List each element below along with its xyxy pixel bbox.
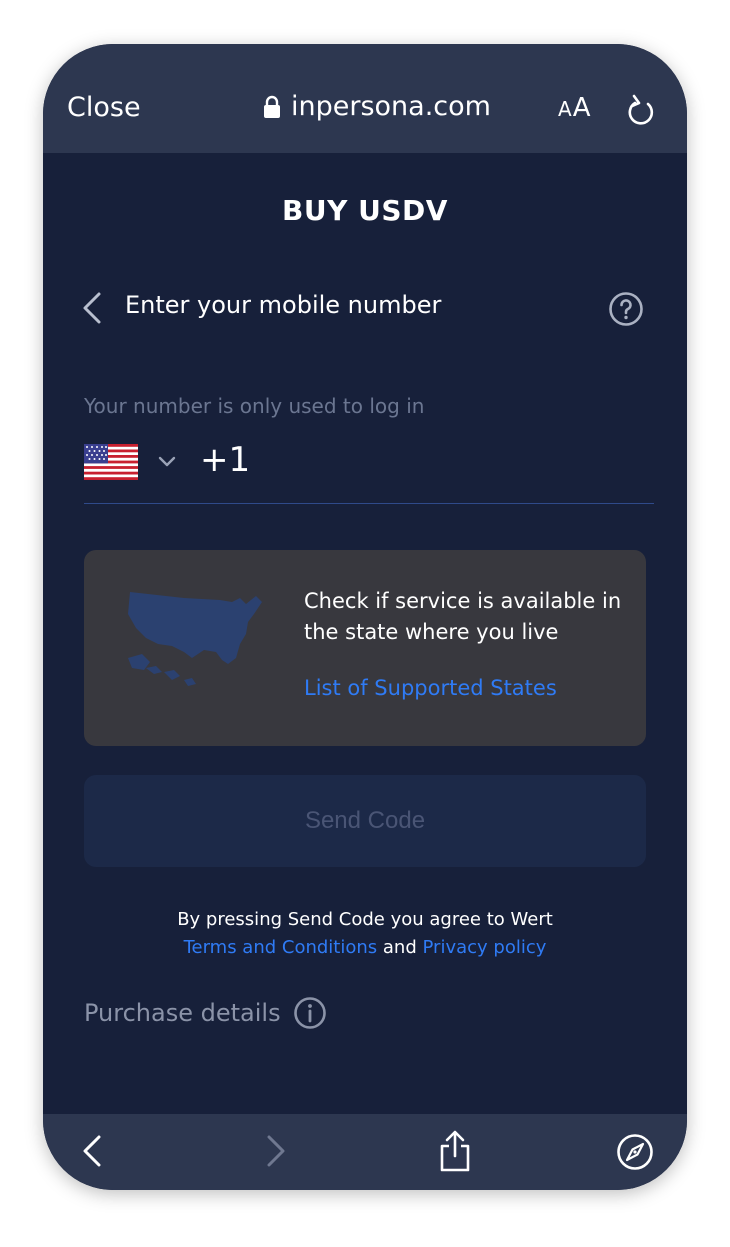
usa-map-icon	[128, 592, 262, 686]
phone-helper-text: Your number is only used to log in	[84, 394, 425, 418]
share-icon[interactable]	[438, 1130, 472, 1172]
us-flag-icon[interactable]	[84, 444, 138, 480]
terms-conjunction: and	[382, 937, 417, 958]
chevron-down-icon[interactable]	[158, 456, 176, 468]
close-button[interactable]: Close	[67, 92, 141, 123]
terms-prefix: By pressing Send Code you agree to Wert	[177, 909, 553, 930]
dial-code[interactable]: +1	[200, 440, 250, 480]
lock-icon	[264, 95, 280, 118]
purchase-details[interactable]: Purchase details	[84, 996, 327, 1030]
chevron-left-icon[interactable]	[81, 291, 103, 325]
compass-icon[interactable]	[616, 1133, 654, 1171]
text-size-small-glyph: A	[558, 97, 573, 121]
browser-back-icon[interactable]	[81, 1134, 103, 1168]
privacy-policy-link[interactable]: Privacy policy	[423, 937, 547, 958]
terms-notice: By pressing Send Code you agree to Wert …	[43, 906, 687, 962]
url-text: inpersona.com	[291, 91, 491, 122]
screen-title: Enter your mobile number	[125, 291, 442, 319]
browser-bottom-bar	[43, 1114, 687, 1190]
browser-forward-icon[interactable]	[265, 1134, 287, 1168]
url-bar[interactable]: inpersona.com	[263, 91, 491, 122]
terms-links-line: Terms and Conditions and Privacy policy	[43, 934, 687, 962]
browser-top-bar: Close inpersona.com AA	[43, 44, 687, 153]
text-size-large-glyph: A	[572, 93, 592, 123]
brand-title: BUY USDV	[282, 194, 448, 227]
question-circle-icon[interactable]	[608, 291, 644, 327]
supported-states-link[interactable]: List of Supported States	[304, 676, 557, 700]
availability-card: Check if service is available in the sta…	[84, 550, 646, 746]
availability-text: Check if service is available in the sta…	[304, 589, 622, 644]
phone-number-field[interactable]: +1	[84, 440, 654, 504]
purchase-details-label: Purchase details	[84, 999, 281, 1027]
send-code-button[interactable]: Send Code	[84, 775, 646, 867]
terms-and-conditions-link[interactable]: Terms and Conditions	[184, 937, 378, 958]
phone-frame: Close inpersona.com AA BUY USDV Enter yo…	[43, 44, 687, 1190]
info-circle-icon[interactable]	[293, 996, 327, 1030]
reload-icon[interactable]	[626, 94, 656, 128]
text-size-button[interactable]: AA	[558, 93, 591, 123]
